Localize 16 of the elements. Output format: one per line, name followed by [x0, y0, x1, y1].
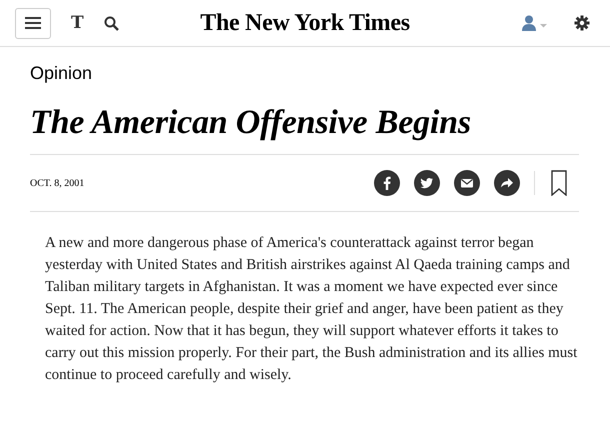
facebook-icon[interactable] — [374, 170, 400, 196]
section-label[interactable]: Opinion — [30, 63, 92, 84]
menu-button[interactable] — [15, 8, 51, 38]
menu-icon — [25, 17, 41, 29]
article-paragraph: A new and more dangerous phase of America's counterattack against terror began yesterday with United States and British airstrikes against Al Qaeda training camps and Taliban military targets in Afghanistan. It was a moment we have expected ever since Sept. 11. The American people, despite their grief and anger, have been patient as they waited for action. Now that it has begun, they will support whatever efforts it takes to carry out this mission properly. For their part, the Bush administration and its allies must continue to proceed carefully and wisely. — [45, 234, 578, 385]
headline: The American Offensive Begins — [30, 104, 579, 155]
date: OCT. 8, 2001 — [30, 178, 84, 188]
share-icon[interactable] — [494, 170, 520, 196]
logo-mark[interactable]: T — [71, 14, 84, 32]
email-icon[interactable] — [454, 170, 480, 196]
settings-icon[interactable] — [574, 15, 590, 31]
search-icon[interactable] — [104, 16, 119, 30]
user-icon[interactable] — [522, 15, 548, 31]
bookmark-icon[interactable] — [551, 170, 567, 196]
logo[interactable]: The New York Times — [200, 10, 410, 36]
bird-icon[interactable] — [414, 170, 440, 196]
